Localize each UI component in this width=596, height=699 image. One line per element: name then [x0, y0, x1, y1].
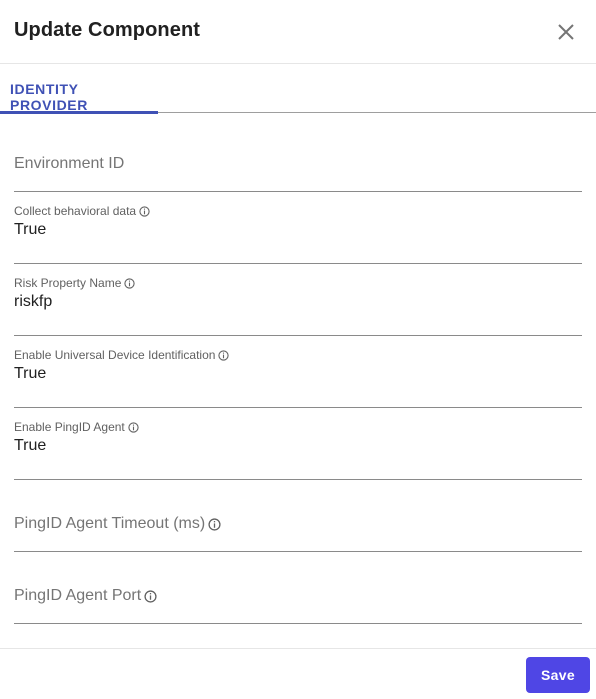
field-underline	[14, 407, 582, 408]
enable-pingid-agent-label: Enable PingID Agent	[14, 420, 139, 434]
field-underline	[14, 551, 582, 552]
update-component-dialog: Update Component IDENTITY PROVIDER Envir…	[0, 0, 596, 699]
pingid-agent-timeout-label: PingID Agent Timeout (ms)	[14, 515, 221, 533]
pingid-agent-timeout-field[interactable]: PingID Agent Timeout (ms)	[14, 492, 582, 552]
collect-behavioral-data-label: Collect behavioral data	[14, 204, 150, 218]
dialog-header: Update Component	[0, 0, 596, 64]
enable-udi-field[interactable]: Enable Universal Device Identification T…	[14, 348, 582, 408]
tab-bar: IDENTITY PROVIDER	[0, 64, 596, 114]
collect-behavioral-data-value: True	[14, 221, 47, 238]
tab-label: IDENTITY PROVIDER	[10, 81, 88, 113]
pingid-agent-port-label: PingID Agent Port	[14, 587, 157, 605]
info-icon[interactable]	[139, 205, 150, 217]
risk-property-name-field[interactable]: Risk Property Name riskfp	[14, 276, 582, 336]
environment-id-label: Environment ID	[14, 155, 124, 173]
environment-id-label-text: Environment ID	[14, 155, 125, 172]
enable-udi-value: True	[14, 365, 47, 382]
enable-udi-label-text: Enable Universal Device Identification	[14, 348, 216, 362]
info-icon[interactable]	[124, 277, 136, 289]
dialog-footer: Save	[0, 648, 596, 699]
dialog-title: Update Component	[14, 19, 201, 41]
info-icon[interactable]	[144, 589, 157, 603]
environment-id-field[interactable]: Environment ID	[14, 132, 582, 192]
enable-pingid-agent-field[interactable]: Enable PingID Agent True	[14, 420, 582, 480]
collect-behavioral-data-label-text: Collect behavioral data	[14, 204, 137, 218]
info-icon[interactable]	[208, 517, 221, 531]
info-icon[interactable]	[128, 421, 139, 433]
field-underline	[14, 263, 582, 264]
pingid-agent-port-label-text: PingID Agent Port	[14, 587, 142, 604]
close-icon[interactable]	[553, 19, 579, 45]
active-tab-indicator	[0, 111, 158, 114]
field-underline	[14, 623, 582, 624]
info-icon[interactable]	[218, 349, 230, 361]
risk-property-name-value: riskfp	[14, 293, 53, 310]
enable-pingid-agent-label-text: Enable PingID Agent	[14, 420, 125, 434]
tab-identity-provider[interactable]: IDENTITY PROVIDER	[0, 64, 158, 114]
risk-property-name-label-text: Risk Property Name	[14, 276, 122, 290]
field-underline	[14, 479, 582, 480]
enable-pingid-agent-value: True	[14, 437, 47, 454]
field-underline	[14, 191, 582, 192]
field-underline	[14, 335, 582, 336]
save-button[interactable]: Save	[526, 657, 590, 693]
collect-behavioral-data-field[interactable]: Collect behavioral data True	[14, 204, 582, 264]
pingid-agent-timeout-label-text: PingID Agent Timeout (ms)	[14, 515, 206, 532]
pingid-agent-port-field[interactable]: PingID Agent Port	[14, 564, 582, 624]
enable-udi-label: Enable Universal Device Identification	[14, 348, 230, 362]
risk-property-name-label: Risk Property Name	[14, 276, 136, 290]
